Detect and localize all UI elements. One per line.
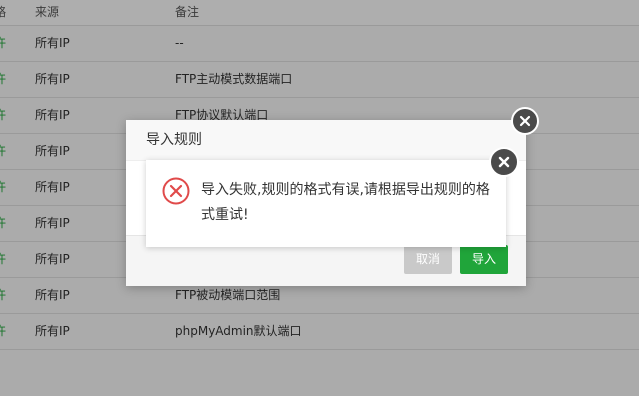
error-toast: 导入失败,规则的格式有误,请根据导出规则的格式重试! [146,160,506,247]
error-x-icon [162,177,190,205]
error-message: 导入失败,规则的格式有误,请根据导出规则的格式重试! [201,182,490,223]
close-icon [498,156,510,168]
cancel-button[interactable]: 取消 [404,245,452,274]
toast-close-button[interactable] [489,147,519,177]
dialog-close-button[interactable] [511,107,539,135]
import-button[interactable]: 导入 [460,245,508,274]
close-icon [519,115,531,127]
dialog-title: 导入规则 [126,120,526,161]
